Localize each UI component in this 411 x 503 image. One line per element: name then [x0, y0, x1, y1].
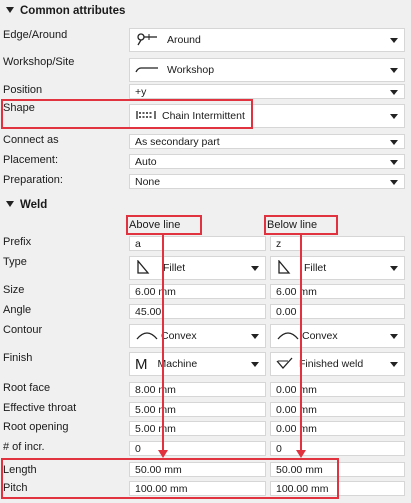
type-label: Type: [3, 256, 27, 268]
effective-throat-above-input[interactable]: 5.00 mm: [129, 402, 266, 417]
edge-around-label: Edge/Around: [3, 29, 68, 41]
common-attributes-header[interactable]: Common attributes: [6, 5, 125, 17]
finish-below-dropdown[interactable]: Finished weld: [270, 352, 405, 376]
preparation-label: Preparation:: [3, 174, 63, 186]
below-line-highlight-box: [264, 215, 338, 235]
angle-above-input[interactable]: 45.00: [129, 304, 266, 319]
placement-dropdown[interactable]: Auto: [129, 154, 405, 169]
num-incr-label: # of incr.: [3, 441, 45, 453]
contour-label: Contour: [3, 324, 43, 336]
contour-above-value: Convex: [161, 330, 197, 342]
common-attributes-title: Common attributes: [20, 5, 126, 17]
edge-around-value: Around: [167, 34, 201, 46]
finish-below-value: Finished weld: [299, 358, 364, 370]
type-above-value: Fillet: [163, 262, 186, 274]
prefix-above-input[interactable]: a: [129, 236, 266, 251]
workshop-line-icon: [135, 64, 159, 77]
effective-throat-label: Effective throat: [3, 402, 77, 414]
finish-label: Finish: [3, 352, 33, 364]
fillet-icon: [135, 258, 155, 277]
angle-label: Angle: [3, 304, 32, 316]
root-face-below-input[interactable]: 0.00 mm: [270, 382, 405, 397]
num-incr-above-input[interactable]: 0: [129, 441, 266, 456]
preparation-value: None: [135, 175, 161, 188]
preparation-dropdown[interactable]: None: [129, 174, 405, 189]
fillet-icon: [276, 258, 296, 277]
root-opening-below-input[interactable]: 0.00 mm: [270, 421, 405, 436]
workshop-site-dropdown[interactable]: Workshop: [129, 58, 405, 82]
root-opening-above-input[interactable]: 5.00 mm: [129, 421, 266, 436]
contour-below-value: Convex: [302, 330, 338, 342]
below-line-arrow-shaft: [300, 235, 302, 451]
contour-above-dropdown[interactable]: Convex: [129, 324, 266, 348]
around-flag-icon: [135, 32, 159, 49]
root-face-label: Root face: [3, 382, 51, 394]
machine-finish-icon: M: [135, 355, 148, 373]
edge-around-dropdown[interactable]: Around: [129, 28, 405, 52]
num-incr-below-input[interactable]: 0: [270, 441, 405, 456]
connect-as-dropdown[interactable]: As secondary part: [129, 134, 405, 149]
size-above-input[interactable]: 6.00 mm: [129, 284, 266, 299]
type-below-value: Fillet: [304, 262, 327, 274]
connect-as-value: As secondary part: [135, 135, 220, 148]
above-line-arrowhead: [158, 450, 168, 458]
prefix-label: Prefix: [3, 236, 32, 248]
type-above-dropdown[interactable]: Fillet: [129, 256, 266, 280]
above-line-highlight-box: [126, 215, 202, 235]
position-label: Position: [3, 84, 43, 96]
connect-as-label: Connect as: [3, 134, 59, 146]
size-label: Size: [3, 284, 25, 296]
collapse-triangle-icon: [6, 201, 14, 207]
length-pitch-highlight-box: [1, 458, 339, 499]
size-below-input[interactable]: 6.00 mm: [270, 284, 405, 299]
position-dropdown[interactable]: +y: [129, 84, 405, 99]
convex-icon: [276, 329, 300, 344]
root-face-above-input[interactable]: 8.00 mm: [129, 382, 266, 397]
weld-header[interactable]: Weld: [6, 199, 47, 211]
root-opening-label: Root opening: [3, 421, 69, 433]
shape-highlight-box: [1, 99, 253, 129]
finished-weld-icon: [276, 356, 294, 373]
contour-below-dropdown[interactable]: Convex: [270, 324, 405, 348]
placement-value: Auto: [135, 155, 157, 168]
type-below-dropdown[interactable]: Fillet: [270, 256, 405, 280]
workshop-site-value: Workshop: [167, 64, 215, 76]
below-line-arrowhead: [296, 450, 306, 458]
effective-throat-below-input[interactable]: 0.00 mm: [270, 402, 405, 417]
finish-above-dropdown[interactable]: M Machine: [129, 352, 266, 376]
weld-title: Weld: [20, 199, 48, 211]
above-line-arrow-shaft: [162, 235, 164, 451]
workshop-site-label: Workshop/Site: [3, 56, 75, 68]
prefix-below-input[interactable]: z: [270, 236, 405, 251]
collapse-triangle-icon: [6, 7, 14, 13]
convex-icon: [135, 329, 159, 344]
angle-below-input[interactable]: 0.00: [270, 304, 405, 319]
position-value: +y: [135, 85, 147, 98]
placement-label: Placement:: [3, 154, 59, 166]
